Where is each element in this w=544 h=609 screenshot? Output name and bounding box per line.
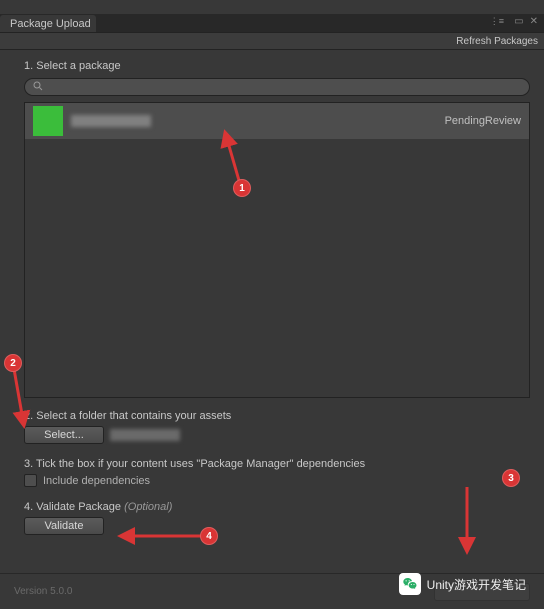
select-folder-button[interactable]: Select...: [24, 426, 104, 444]
refresh-packages-button[interactable]: Refresh Packages: [456, 36, 538, 47]
close-icon[interactable]: ✕: [530, 16, 538, 27]
wechat-icon: [399, 573, 421, 595]
version-label: Version 5.0.0: [14, 586, 72, 597]
watermark-text: Unity游戏开发笔记: [427, 576, 526, 593]
include-dependencies-label: Include dependencies: [43, 475, 150, 487]
search-input[interactable]: [47, 81, 521, 93]
package-row[interactable]: PendingReview: [25, 103, 529, 139]
tab-package-upload[interactable]: Package Upload: [0, 15, 96, 32]
folder-path-redacted: [110, 429, 180, 441]
package-name-redacted: [71, 115, 151, 127]
package-list: PendingReview: [24, 102, 530, 398]
include-dependencies-checkbox[interactable]: [24, 474, 37, 487]
step2-label: 2. Select a folder that contains your as…: [24, 410, 530, 422]
annotation-badge-1: 1: [233, 179, 251, 197]
search-icon: [33, 81, 43, 94]
step4-label: 4. Validate Package (Optional): [24, 501, 530, 513]
dock-icon[interactable]: ▭: [514, 16, 523, 27]
search-field[interactable]: [24, 78, 530, 96]
window-controls: ▭ ✕: [514, 16, 538, 27]
package-thumbnail: [33, 106, 63, 136]
watermark: Unity游戏开发笔记: [399, 573, 526, 595]
step1-label: 1. Select a package: [24, 60, 530, 72]
tab-bar: Package Upload: [0, 14, 544, 32]
annotation-badge-4: 4: [200, 527, 218, 545]
annotation-badge-3: 3: [502, 469, 520, 487]
menu-icon[interactable]: ⋮≡: [490, 16, 504, 27]
toolbar: Refresh Packages: [0, 32, 544, 50]
annotation-badge-2: 2: [4, 354, 22, 372]
package-status: PendingReview: [445, 115, 521, 127]
validate-button[interactable]: Validate: [24, 517, 104, 535]
step3-label: 3. Tick the box if your content uses "Pa…: [24, 458, 530, 470]
